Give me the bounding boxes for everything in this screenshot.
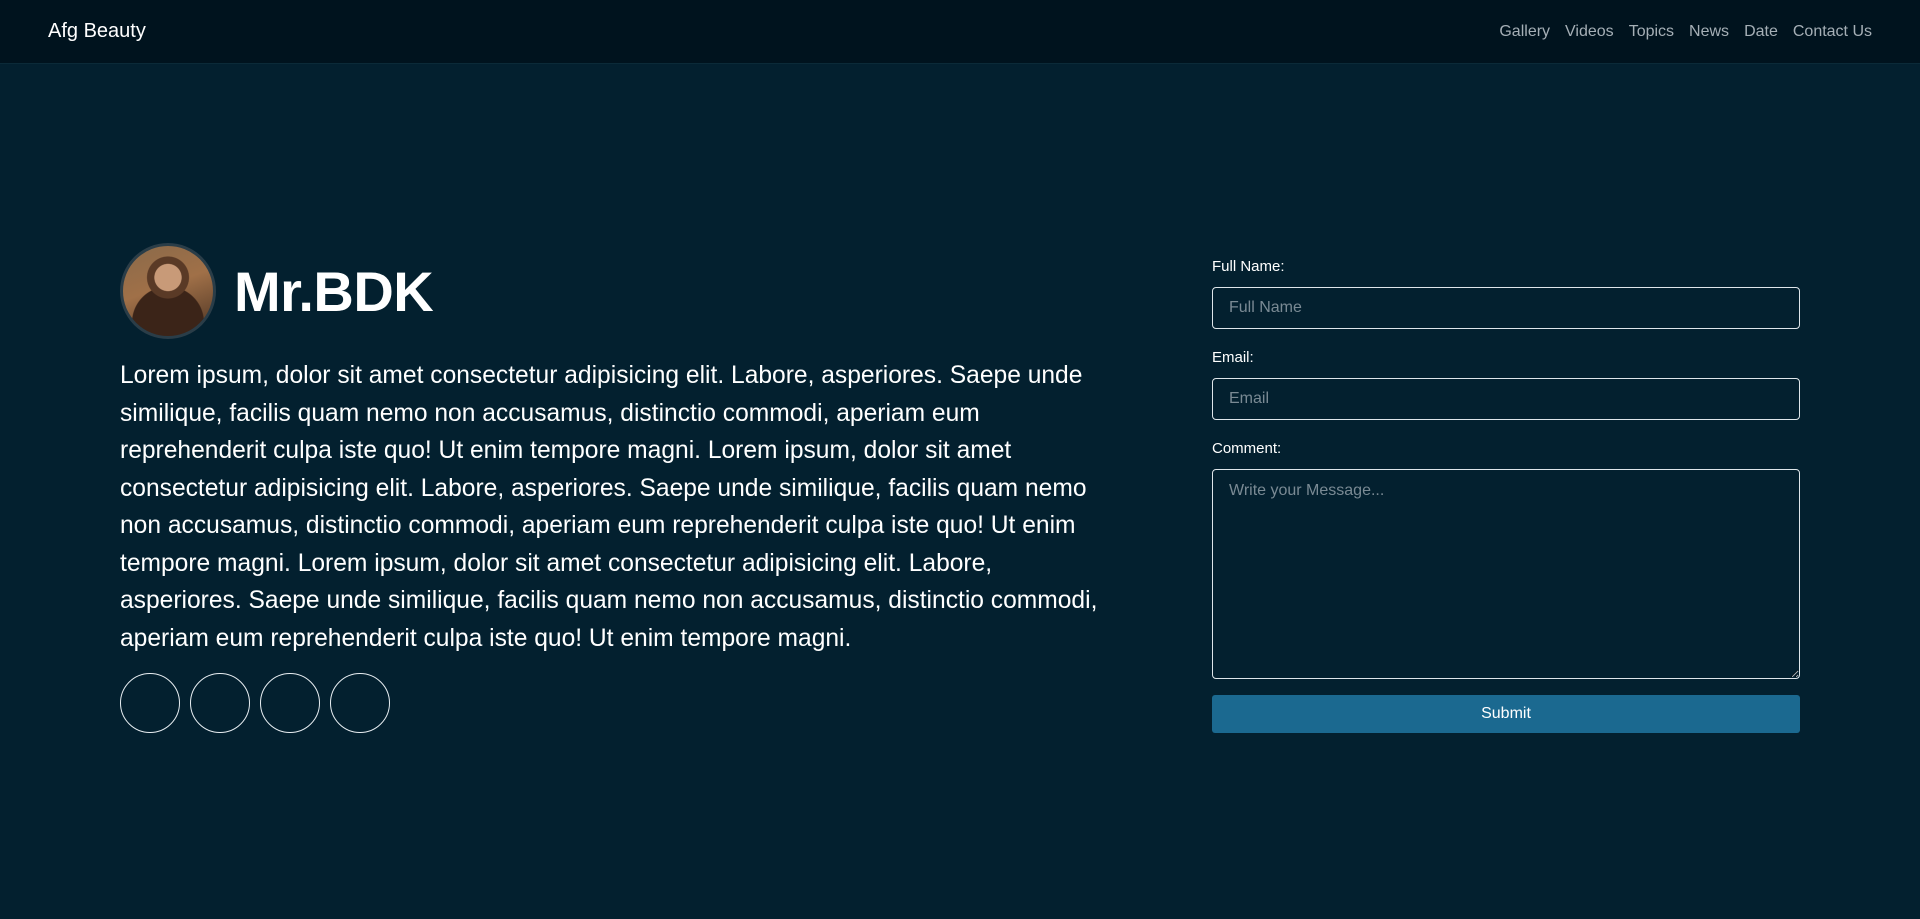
social-link-4[interactable] [330,673,390,733]
full-name-label: Full Name: [1212,258,1285,275]
contact-form: Full Name: Email: Comment: Submit [1212,258,1800,733]
nav-link-news[interactable]: News [1689,23,1729,41]
profile-name: Mr.BDK [234,259,434,323]
comment-textarea[interactable] [1212,469,1800,679]
full-name-input[interactable] [1212,287,1800,329]
brand-link[interactable]: Afg Beauty [48,20,146,43]
comment-label: Comment: [1212,440,1282,457]
avatar [120,243,216,339]
nav-link-videos[interactable]: Videos [1565,23,1614,41]
social-link-2[interactable] [190,673,250,733]
social-link-3[interactable] [260,673,320,733]
profile-bio: Lorem ipsum, dolor sit amet consectetur … [120,362,1098,652]
email-label: Email: [1212,349,1254,366]
profile-header: Mr.BDK [120,243,1120,339]
social-link-1[interactable] [120,673,180,733]
social-links [120,673,1120,733]
nav-link-gallery[interactable]: Gallery [1499,23,1550,41]
nav-link-date[interactable]: Date [1744,23,1778,41]
submit-button[interactable]: Submit [1212,695,1800,733]
nav-link-topics[interactable]: Topics [1629,23,1674,41]
email-input[interactable] [1212,378,1800,420]
navbar: Afg Beauty Gallery Videos Topics News Da… [0,0,1920,64]
nav-links: Gallery Videos Topics News Date Contact … [1499,23,1872,41]
nav-link-contact-us[interactable]: Contact Us [1793,23,1872,41]
profile-section: Mr.BDK Lorem ipsum, dolor sit amet conse… [120,243,1120,733]
